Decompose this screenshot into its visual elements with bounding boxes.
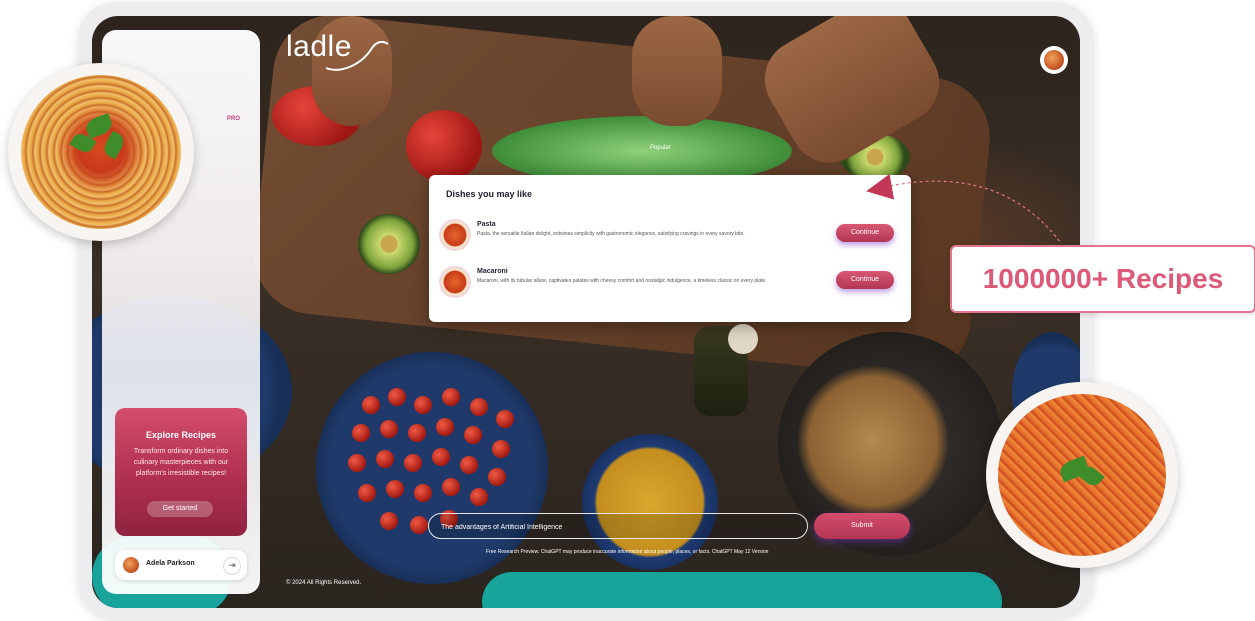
tomato (386, 480, 404, 498)
tomato (388, 388, 406, 406)
tomato (376, 450, 394, 468)
avocado-half (358, 214, 420, 274)
tomato (414, 484, 432, 502)
spaghetti (21, 75, 181, 229)
tomato (470, 398, 488, 416)
grains (798, 366, 948, 516)
tomato (492, 440, 510, 458)
dishes-modal: Dishes you may like Pasta Pasta, the ver… (429, 175, 911, 322)
tomato (442, 478, 460, 496)
modal-title: Dishes you may like (446, 189, 533, 199)
user-profile[interactable]: Adela Parkson ⇥ (115, 550, 247, 580)
profile-avatar[interactable] (1040, 46, 1068, 74)
dish-thumbnail (439, 219, 471, 251)
tomato (470, 488, 488, 506)
explore-text: Transform ordinary dishes into culinary … (133, 448, 229, 477)
tomato (488, 468, 506, 486)
tomato (380, 420, 398, 438)
bottle-cap (728, 324, 758, 354)
recipes-callout: 1000000+ Recipes (950, 245, 1255, 313)
tomato (408, 424, 426, 442)
get-started-button[interactable]: Get started (147, 501, 213, 517)
dish-description: Pasta, the versatile Italian delight, en… (477, 231, 745, 237)
tomato (432, 448, 450, 466)
dish-name: Macaroni (477, 268, 508, 275)
dish-description: Macaroni, with its tubular allure, capti… (477, 278, 767, 284)
tomato (460, 456, 478, 474)
tomato (362, 396, 380, 414)
callout-arrow-icon (889, 180, 1061, 243)
hand (632, 16, 722, 126)
explore-recipes-card: Explore Recipes Transform ordinary dishe… (115, 408, 247, 536)
copyright: © 2024 All Rights Reserved. (286, 580, 362, 586)
tomato (496, 410, 514, 428)
logo-swoosh-icon (325, 40, 389, 71)
callout-text: 1000000+ Recipes (982, 263, 1224, 294)
tomato (358, 484, 376, 502)
tomato (348, 454, 366, 472)
tomato (404, 454, 422, 472)
spaghetti-dish-image (8, 63, 194, 241)
tomato (380, 512, 398, 530)
search-input[interactable] (439, 518, 793, 536)
avatar (1044, 50, 1064, 70)
pro-badge: PRO (227, 116, 241, 122)
tomato (442, 388, 460, 406)
search-bar (428, 513, 808, 539)
dish-item: Macaroni Macaroni, with its tubular allu… (439, 264, 899, 300)
submit-button[interactable]: Submit (814, 513, 910, 539)
logout-icon[interactable]: ⇥ (223, 557, 241, 575)
tomato (352, 424, 370, 442)
tomato (414, 396, 432, 414)
red-pepper (406, 110, 482, 182)
dish-item: Pasta Pasta, the versatile Italian delig… (439, 217, 899, 253)
dish-thumbnail (439, 266, 471, 298)
continue-button[interactable]: Continue (836, 271, 894, 289)
avatar (123, 557, 139, 573)
fusilli-dish-image (986, 382, 1178, 568)
dish-name: Pasta (477, 221, 496, 228)
tomato (436, 418, 454, 436)
arrow-head-icon (863, 173, 895, 205)
tomato (410, 516, 428, 534)
disclaimer: Free Research Preview. ChatGPT may produ… (486, 549, 769, 555)
popular-label: Popular (650, 145, 671, 151)
tomato (464, 426, 482, 444)
user-name: Adela Parkson (146, 560, 195, 567)
teal-cloth (482, 572, 1002, 608)
explore-title: Explore Recipes (145, 430, 217, 440)
